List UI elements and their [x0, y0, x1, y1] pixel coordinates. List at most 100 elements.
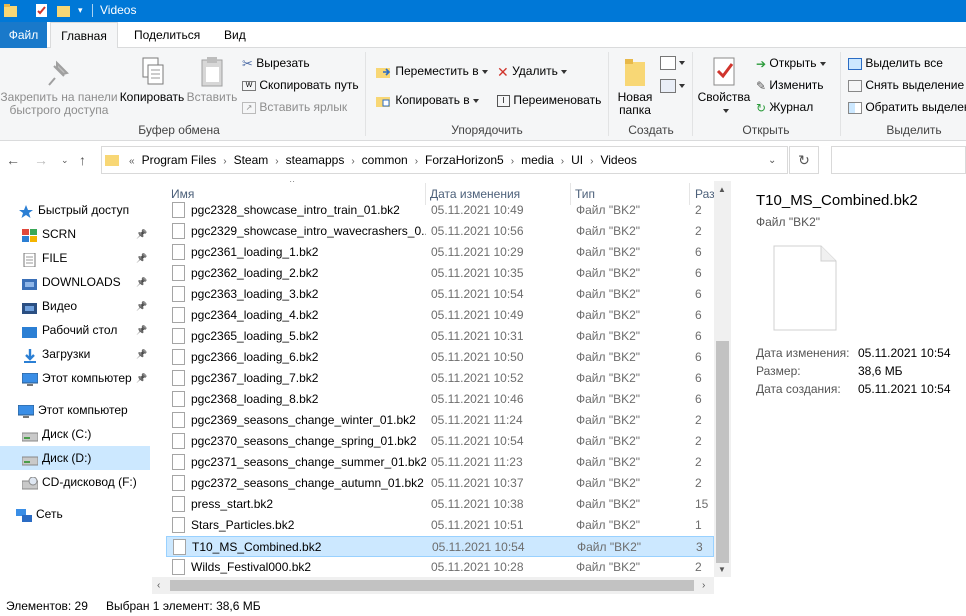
nav-item[interactable]: Диск (D:) — [0, 446, 150, 470]
open-button[interactable]: ➔ Открыть — [756, 55, 826, 72]
breadcrumb-item[interactable]: Program Files — [142, 153, 217, 167]
nav-item[interactable]: CD-дисковод (F:) — [0, 470, 150, 494]
nav-item[interactable]: FILE 📌 — [0, 246, 150, 270]
rename-button[interactable]: I Переименовать — [497, 92, 601, 108]
copy-to-button[interactable]: Копировать в — [376, 92, 479, 108]
nav-item[interactable]: Быстрый доступ — [0, 198, 150, 222]
properties-button[interactable]: Свойства — [696, 56, 752, 117]
refresh-button[interactable]: ↻ — [789, 146, 819, 174]
vertical-scroll-thumb[interactable] — [716, 341, 729, 563]
clipboard-group-label: Буфер обмена — [138, 123, 220, 137]
tab-home[interactable]: Главная — [50, 22, 118, 49]
file-row[interactable]: Wilds_Festival000.bk2 05.11.2021 10:28 Фай… — [166, 557, 714, 577]
pin-to-quick-access-button[interactable]: Закрепить на панели быстрого доступа — [0, 58, 118, 117]
nav-item-label: Видео — [42, 299, 78, 313]
back-arrow-icon[interactable]: ← — [6, 152, 20, 168]
file-list: ^ Имя Дата изменения Тип Раз pgc2328_sho… — [160, 181, 714, 577]
column-size[interactable]: Раз — [695, 187, 714, 201]
tab-view[interactable]: Вид — [224, 22, 246, 48]
file-row[interactable]: pgc2364_loading_4.bk2 05.11.2021 10:49 Фай… — [166, 305, 714, 326]
breadcrumb-item[interactable]: media — [521, 153, 554, 167]
properties-icon[interactable] — [35, 3, 49, 18]
nav-item[interactable]: Этот компьютер 📌 — [0, 366, 150, 390]
address-dropdown-chevron-icon[interactable]: ⌄ — [768, 155, 776, 166]
select-none-button[interactable]: Снять выделение — [848, 77, 964, 93]
file-row[interactable]: pgc2361_loading_1.bk2 05.11.2021 10:29 Фай… — [166, 242, 714, 263]
easy-access-button[interactable] — [660, 77, 685, 93]
forward-arrow-icon[interactable]: → — [34, 152, 48, 168]
quick-access-toolbar-dropdown[interactable]: ▾ — [78, 5, 83, 16]
horizontal-scroll-thumb[interactable] — [170, 580, 694, 591]
breadcrumb-item[interactable]: UI — [571, 153, 583, 167]
breadcrumb-separator-icon[interactable]: › — [561, 156, 564, 167]
search-input[interactable] — [831, 146, 966, 174]
column-type[interactable]: Тип — [575, 187, 595, 201]
nav-item[interactable]: Диск (C:) — [0, 422, 150, 446]
nav-item-label: DOWNLOADS — [42, 275, 121, 289]
breadcrumb-overflow[interactable]: « — [129, 156, 135, 167]
cut-button[interactable]: ✂ Вырезать — [242, 55, 310, 72]
copy-path-button[interactable]: W Скопировать путь — [242, 77, 359, 93]
tab-file[interactable]: Файл — [0, 22, 47, 48]
breadcrumb-separator-icon[interactable]: › — [351, 156, 354, 167]
nav-item[interactable]: Сеть — [0, 502, 150, 526]
file-row[interactable]: pgc2365_loading_5.bk2 05.11.2021 10:31 Фай… — [166, 326, 714, 347]
breadcrumb-item[interactable]: steamapps — [286, 153, 345, 167]
delete-button[interactable]: ✕ Удалить — [497, 63, 567, 80]
drive-icon — [21, 427, 39, 442]
select-all-button[interactable]: Выделить все — [848, 55, 943, 71]
file-row[interactable]: pgc2367_loading_7.bk2 05.11.2021 10:52 Фай… — [166, 368, 714, 389]
horizontal-scrollbar[interactable]: ‹ › — [152, 577, 714, 594]
breadcrumb-item[interactable]: common — [362, 153, 408, 167]
new-folder-button[interactable]: Новая папка — [612, 56, 658, 117]
breadcrumb-item[interactable]: Videos — [600, 153, 636, 167]
file-row[interactable]: pgc2370_seasons_change_spring_01.bk2 05.1… — [166, 431, 714, 452]
file-row[interactable]: press_start.bk2 05.11.2021 10:38 Файл "BK2… — [166, 494, 714, 515]
file-name: pgc2366_loading_6.bk2 — [191, 350, 319, 364]
file-row[interactable]: pgc2329_showcase_intro_wavecrashers_0...… — [166, 221, 714, 242]
nav-item[interactable]: Загрузки 📌 — [0, 342, 150, 366]
up-arrow-icon[interactable]: ↑ — [79, 152, 86, 168]
breadcrumb-separator-icon[interactable]: › — [415, 156, 418, 167]
nav-item[interactable]: Видео 📌 — [0, 294, 150, 318]
copy-button[interactable]: Копировать — [118, 56, 186, 104]
breadcrumb-item[interactable]: ForzaHorizon5 — [425, 153, 504, 167]
nav-item[interactable]: Этот компьютер — [0, 398, 150, 422]
file-row[interactable]: pgc2362_loading_2.bk2 05.11.2021 10:35 Фай… — [166, 263, 714, 284]
column-date[interactable]: Дата изменения — [430, 187, 520, 201]
history-button[interactable]: ↻ Журнал — [756, 99, 813, 116]
recent-locations-chevron-icon[interactable]: ⌄ — [61, 155, 69, 166]
new-folder-icon[interactable] — [57, 3, 71, 18]
breadcrumb-separator-icon[interactable]: › — [275, 156, 278, 167]
tab-share[interactable]: Поделиться — [134, 22, 200, 48]
file-row[interactable]: pgc2369_seasons_change_winter_01.bk2 05.1… — [166, 410, 714, 431]
file-type: Файл "BK2" — [576, 518, 641, 532]
address-bar[interactable]: « Program Files › Steam › steamapps › common › Fo… — [101, 146, 788, 174]
nav-item[interactable]: SCRN 📌 — [0, 222, 150, 246]
nav-item[interactable]: DOWNLOADS 📌 — [0, 270, 150, 294]
file-row[interactable]: pgc2363_loading_3.bk2 05.11.2021 10:54 Фай… — [166, 284, 714, 305]
chevron-down-icon — [481, 69, 488, 74]
file-row[interactable]: pgc2328_showcase_intro_train_01.bk2 05.11… — [166, 200, 714, 221]
breadcrumb-separator-icon[interactable]: › — [223, 156, 226, 167]
column-name[interactable]: Имя — [171, 187, 194, 201]
file-row[interactable]: pgc2366_loading_6.bk2 05.11.2021 10:50 Фай… — [166, 347, 714, 368]
breadcrumb-item[interactable]: Steam — [234, 153, 269, 167]
file-row[interactable]: pgc2372_seasons_change_autumn_01.bk2 05.1… — [166, 473, 714, 494]
edit-button[interactable]: ✎ Изменить — [756, 77, 824, 94]
paste-button[interactable]: Вставить — [186, 56, 238, 104]
breadcrumb-separator-icon[interactable]: › — [511, 156, 514, 167]
file-row[interactable]: pgc2371_seasons_change_summer_01.bk2 05.1… — [166, 452, 714, 473]
file-row[interactable]: T10_MS_Combined.bk2 05.11.2021 10:54 Файл … — [166, 536, 714, 557]
breadcrumb-separator-icon[interactable]: › — [590, 156, 593, 167]
file-row[interactable]: pgc2368_loading_8.bk2 05.11.2021 10:46 Фай… — [166, 389, 714, 410]
vertical-scrollbar[interactable]: ▲ ▼ — [714, 181, 731, 577]
move-to-button[interactable]: Переместить в — [376, 63, 488, 79]
invert-selection-button[interactable]: Обратить выделен — [848, 99, 966, 115]
nav-item[interactable]: Рабочий стол 📌 — [0, 318, 150, 342]
new-item-button[interactable] — [660, 54, 685, 70]
paste-shortcut-button[interactable]: ↗ Вставить ярлык — [242, 99, 347, 115]
file-row[interactable]: Stars_Particles.bk2 05.11.2021 10:51 Файл … — [166, 515, 714, 536]
file-name: pgc2369_seasons_change_winter_01.bk2 — [191, 413, 416, 427]
chevron-down-icon — [472, 98, 479, 103]
